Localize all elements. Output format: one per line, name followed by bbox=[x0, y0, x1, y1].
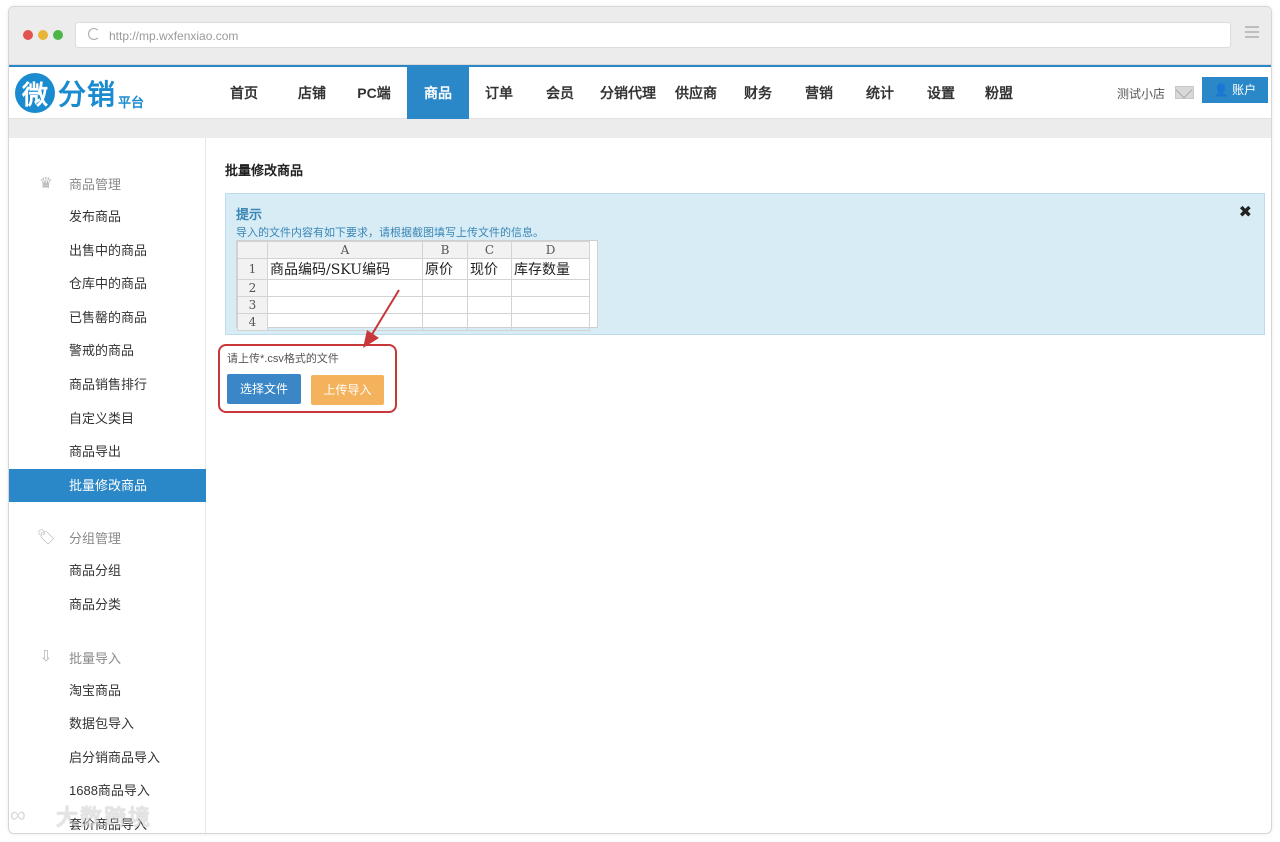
sidebar: ♛ 商品管理发布商品 出售中的商品 仓库中的商品 已售罄的商品 警戒的商品 商品销售排行 自定… bbox=[9, 138, 206, 833]
browser-chrome: http://mp.wxfenxiao.com bbox=[9, 7, 1271, 65]
nav-item[interactable]: 分销代理 bbox=[591, 67, 665, 119]
tip-title: 提示 bbox=[236, 207, 263, 222]
header-divider bbox=[9, 119, 1271, 138]
nav-item[interactable]: 供应商 bbox=[665, 67, 727, 119]
top-navigation: 微 分销 平台 首页 店铺 PC端 商品 订单 会员 分销代理 供应商 财务 营销 统计 设置 粉盟 测… bbox=[9, 65, 1271, 119]
sidebar-item[interactable]: 商品分组 bbox=[9, 554, 206, 587]
user-icon: 👤 bbox=[1213, 83, 1229, 97]
sidebar-item[interactable]: 商品分类 bbox=[9, 588, 206, 621]
download-icon: ⇩ bbox=[39, 648, 53, 666]
hamburger-menu-icon[interactable] bbox=[1245, 26, 1259, 40]
sheet-row: 2 bbox=[237, 279, 590, 297]
sidebar-group-label: 分组管理 bbox=[69, 531, 122, 547]
select-file-button[interactable]: 选择文件 bbox=[227, 374, 301, 404]
sidebar-group-label: 批量导入 bbox=[69, 650, 122, 666]
sidebar-item[interactable]: 淘宝商品 bbox=[9, 674, 206, 707]
sheet-cell bbox=[511, 296, 590, 314]
sheet-row-number: 2 bbox=[237, 279, 268, 297]
sheet-cell bbox=[511, 279, 590, 297]
mail-icon[interactable] bbox=[1175, 86, 1194, 99]
address-bar[interactable]: http://mp.wxfenxiao.com bbox=[75, 22, 1231, 48]
logo-text: 分销 bbox=[58, 79, 117, 110]
sidebar-item[interactable]: 已售罄的商品 bbox=[9, 301, 206, 334]
sidebar-item[interactable]: 数据包导入 bbox=[9, 707, 206, 740]
watermark-logo-icon: ∞ bbox=[10, 802, 26, 827]
tip-description: 导入的文件内容有如下要求，请根据截图填写上传文件的信息。 bbox=[236, 227, 544, 239]
main-content: 批量修改商品 提示 导入的文件内容有如下要求，请根据截图填写上传文件的信息。 ✖… bbox=[207, 138, 1271, 833]
minimize-window-dot[interactable] bbox=[38, 30, 48, 40]
nav-item[interactable]: 统计 bbox=[849, 67, 911, 119]
nav-item[interactable]: 订单 bbox=[469, 67, 529, 119]
sheet-cell bbox=[467, 279, 512, 297]
close-icon[interactable]: ✖ bbox=[1239, 202, 1252, 222]
sheet-cell: 库存数量 bbox=[511, 258, 590, 280]
nav-item[interactable]: 设置 bbox=[911, 67, 971, 119]
watermark-text: 大数跨境 bbox=[56, 805, 153, 830]
sidebar-item[interactable]: 启分销商品导入 bbox=[9, 741, 206, 774]
nav-item[interactable]: 会员 bbox=[529, 67, 591, 119]
account-button[interactable]: 👤 账户 bbox=[1202, 77, 1268, 103]
sheet-cell: 现价 bbox=[467, 258, 512, 280]
logo-sub: 平台 bbox=[118, 95, 145, 110]
sidebar-item[interactable]: 发布商品 bbox=[9, 200, 206, 233]
spreadsheet-example: A B C D 1 商品编码/SKU编码 原价 现价 库存数量 2 3 4 bbox=[236, 240, 598, 331]
sidebar-group-title: 🏷 分组管理 bbox=[37, 528, 121, 547]
sheet-cell bbox=[422, 279, 468, 297]
sidebar-item[interactable]: 商品销售排行 bbox=[9, 368, 206, 401]
nav-item[interactable]: 首页 bbox=[205, 67, 283, 119]
nav-item[interactable]: 店铺 bbox=[283, 67, 341, 119]
sidebar-group-title: ⇩ 批量导入 bbox=[37, 648, 121, 667]
logo[interactable]: 微 分销 平台 bbox=[15, 73, 144, 113]
sheet-column-header: C bbox=[467, 241, 512, 259]
crown-icon: ♛ bbox=[39, 174, 53, 192]
sheet-column-header: D bbox=[511, 241, 590, 259]
upload-hint: 请上传*.csv格式的文件 bbox=[227, 353, 339, 365]
sheet-cell bbox=[467, 296, 512, 314]
sidebar-item[interactable]: 自定义类目 bbox=[9, 402, 206, 435]
sheet-cell bbox=[422, 313, 468, 331]
sheet-row: 1 商品编码/SKU编码 原价 现价 库存数量 bbox=[237, 258, 590, 280]
sheet-cell bbox=[422, 296, 468, 314]
store-name[interactable]: 测试小店 bbox=[1117, 85, 1165, 102]
sheet-row-number: 3 bbox=[237, 296, 268, 314]
sidebar-group-title: ♛ 商品管理 bbox=[37, 174, 121, 193]
sheet-corner bbox=[237, 241, 268, 259]
close-window-dot[interactable] bbox=[23, 30, 33, 40]
sheet-cell: 原价 bbox=[422, 258, 468, 280]
nav-item[interactable]: 财务 bbox=[727, 67, 789, 119]
sidebar-item[interactable]: 批量修改商品 bbox=[9, 468, 206, 502]
sidebar-item[interactable]: 仓库中的商品 bbox=[9, 267, 206, 300]
nav-item[interactable]: PC端 bbox=[341, 67, 407, 119]
sidebar-item[interactable]: 商品导出 bbox=[9, 435, 206, 468]
logo-mark: 微 bbox=[15, 73, 55, 113]
sidebar-item[interactable]: 出售中的商品 bbox=[9, 234, 206, 267]
sidebar-group-label: 商品管理 bbox=[69, 177, 122, 192]
watermark: ∞ 大数跨境 bbox=[10, 800, 152, 832]
sidebar-item[interactable]: 警戒的商品 bbox=[9, 334, 206, 367]
page-title: 批量修改商品 bbox=[225, 163, 304, 178]
sheet-cell bbox=[511, 313, 590, 331]
tag-icon: 🏷 bbox=[37, 528, 57, 546]
sheet-row-number: 1 bbox=[237, 258, 268, 280]
sheet-row: 4 bbox=[237, 313, 590, 331]
account-label: 账户 bbox=[1232, 83, 1257, 97]
arrow-annotation bbox=[363, 289, 400, 348]
sheet-row-number: 4 bbox=[237, 313, 268, 331]
sheet-cell bbox=[467, 313, 512, 331]
nav-item[interactable]: 粉盟 bbox=[971, 67, 1027, 119]
sheet-cell: 商品编码/SKU编码 bbox=[267, 258, 423, 280]
sheet-column-header: B bbox=[422, 241, 468, 259]
nav-item[interactable]: 营销 bbox=[789, 67, 849, 119]
main-nav: 首页 店铺 PC端 商品 订单 会员 分销代理 供应商 财务 营销 统计 设置 粉盟 bbox=[205, 67, 1027, 119]
reload-icon[interactable] bbox=[88, 28, 100, 40]
sheet-row: 3 bbox=[237, 296, 590, 314]
url-text: http://mp.wxfenxiao.com bbox=[109, 29, 239, 43]
sheet-column-header: A bbox=[267, 241, 423, 259]
nav-item[interactable]: 商品 bbox=[407, 67, 469, 119]
browser-window: http://mp.wxfenxiao.com 微 分销 平台 首页 店铺 PC端商… bbox=[8, 6, 1272, 834]
upload-import-button[interactable]: 上传导入 bbox=[311, 375, 384, 405]
maximize-window-dot[interactable] bbox=[53, 30, 63, 40]
